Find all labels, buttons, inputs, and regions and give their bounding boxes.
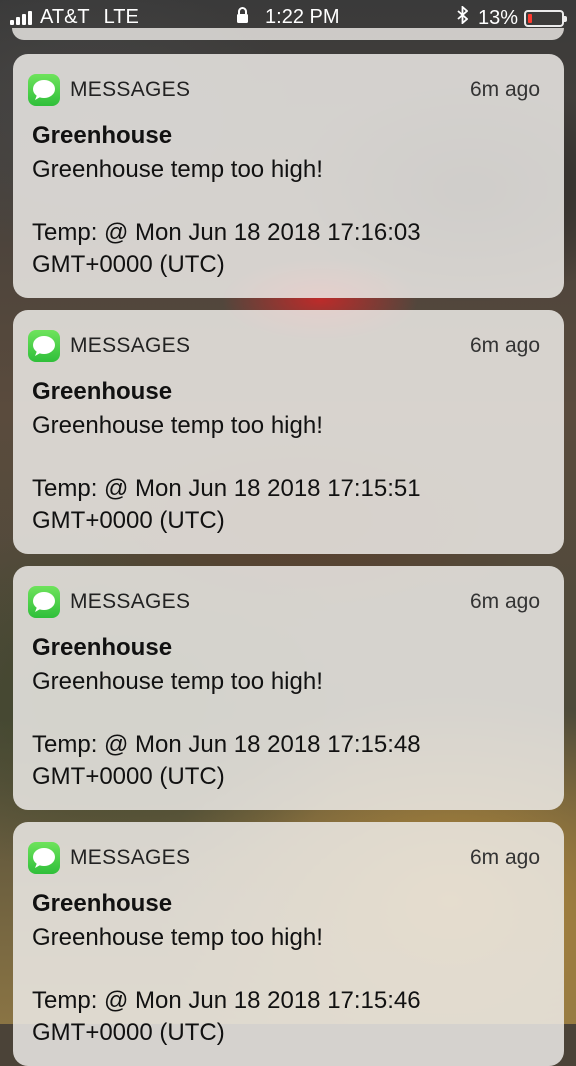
notification-title: Greenhouse (32, 122, 173, 149)
clock-time: 1:22 PM (265, 6, 340, 28)
app-name: MESSAGES (70, 78, 191, 101)
battery-percent: 13% (477, 6, 518, 29)
notification-body: Greenhouse temp too high! Temp: @ Mon Ju… (32, 410, 421, 537)
messages-app-icon (28, 330, 60, 362)
notification-title: Greenhouse (32, 890, 173, 917)
notification-card[interactable]: MESSAGES 6m ago Greenhouse Greenhouse te… (13, 822, 564, 1066)
message-line: Greenhouse temp too high! (32, 156, 323, 183)
notification-time: 6m ago (469, 590, 540, 613)
notification-time: 6m ago (469, 78, 540, 101)
notification-title: Greenhouse (32, 378, 173, 405)
message-line: Greenhouse temp too high! (32, 924, 323, 951)
notification-card[interactable]: MESSAGES 6m ago Greenhouse Greenhouse te… (13, 566, 564, 810)
stacked-notification-edge[interactable] (12, 28, 564, 40)
notification-body: Greenhouse temp too high! Temp: @ Mon Ju… (32, 154, 421, 281)
messages-app-icon (28, 586, 60, 618)
message-line: Greenhouse temp too high! (32, 412, 323, 439)
lock-icon (236, 6, 249, 29)
message-line: Temp: @ Mon Jun 18 2018 17:16:03 (32, 219, 421, 246)
notification-time: 6m ago (469, 334, 540, 357)
message-line: GMT+0000 (UTC) (32, 251, 225, 278)
notification-card[interactable]: MESSAGES 6m ago Greenhouse Greenhouse te… (13, 310, 564, 554)
app-name: MESSAGES (70, 590, 191, 613)
message-line: GMT+0000 (UTC) (32, 1019, 225, 1046)
app-name: MESSAGES (70, 334, 191, 357)
app-name: MESSAGES (70, 846, 191, 869)
messages-app-icon (28, 74, 60, 106)
bluetooth-icon (457, 4, 469, 30)
message-line: GMT+0000 (UTC) (32, 507, 225, 534)
message-line: Temp: @ Mon Jun 18 2018 17:15:46 (32, 987, 421, 1014)
notification-title: Greenhouse (32, 634, 173, 661)
message-line: Temp: @ Mon Jun 18 2018 17:15:51 (32, 475, 421, 502)
notification-card[interactable]: MESSAGES 6m ago Greenhouse Greenhouse te… (13, 54, 564, 298)
messages-app-icon (28, 842, 60, 874)
notification-time: 6m ago (469, 846, 540, 869)
message-line: GMT+0000 (UTC) (32, 763, 225, 790)
message-line: Greenhouse temp too high! (32, 668, 323, 695)
notification-body: Greenhouse temp too high! Temp: @ Mon Ju… (32, 666, 421, 793)
notification-body: Greenhouse temp too high! Temp: @ Mon Ju… (32, 922, 421, 1049)
battery-level-fill (528, 13, 532, 23)
message-line: Temp: @ Mon Jun 18 2018 17:15:48 (32, 731, 421, 758)
battery-icon (524, 9, 567, 27)
